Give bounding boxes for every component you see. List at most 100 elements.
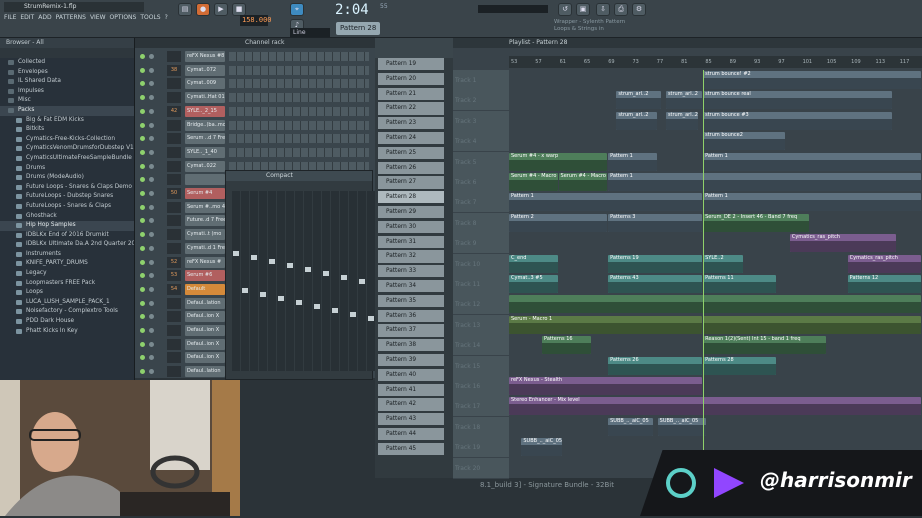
playlist-clip[interactable]: Patterns 12	[847, 275, 921, 293]
browser-item[interactable]: Future Loops - Snares & Claps Demo	[0, 183, 134, 193]
browser-item[interactable]: IL Shared Data	[0, 77, 134, 87]
browser-item[interactable]: Packs	[0, 105, 134, 116]
channel-pan-knob[interactable]	[149, 81, 154, 87]
playlist-clip[interactable]: Pattern 1	[703, 152, 921, 171]
pattern-item[interactable]: Pattern 33	[378, 265, 444, 279]
browser-item[interactable]: Ghosthack	[0, 212, 134, 222]
step-sequencer[interactable]	[229, 65, 369, 75]
track-header[interactable]: Track 4	[453, 131, 509, 153]
browser-item[interactable]: Cymatics-Free-Kicks-Collection	[0, 135, 134, 145]
track-header[interactable]: Track 11	[453, 274, 509, 295]
playlist-clip[interactable]: Serum #4 - Macro 1	[558, 173, 608, 191]
channel-mixer-track[interactable]	[167, 297, 181, 309]
pattern-item[interactable]: Pattern 22	[378, 102, 444, 116]
mixer-fader[interactable]	[350, 312, 356, 317]
pattern-item[interactable]: Pattern 24	[378, 132, 444, 146]
channel-pan-knob[interactable]	[149, 204, 154, 210]
track-header[interactable]: Track 20	[453, 457, 509, 479]
channel-name-button[interactable]: SYLE.._2_15	[185, 105, 225, 117]
mixer-fader[interactable]	[341, 275, 347, 280]
playlist-clip[interactable]: C_end	[509, 254, 558, 273]
playlist-clip[interactable]: Patterns 11	[703, 275, 777, 293]
track-header[interactable]: Track 5	[453, 151, 509, 173]
channel-mixer-track[interactable]	[167, 51, 181, 62]
channel-name-button[interactable]: Cymat..022	[185, 160, 225, 172]
timeline-ruler[interactable]: 53 57 61 65 69 73 77 81 85 89 93 97 101 105 109 113 117	[509, 56, 922, 68]
channel-name-button[interactable]: Bridge..(ba..mono)	[185, 119, 225, 131]
playlist-clip[interactable]: Pattern 1	[509, 193, 703, 212]
channel-mute-led[interactable]	[140, 341, 145, 347]
mixer-fader[interactable]	[296, 300, 302, 305]
browser-item[interactable]: Instruments	[0, 250, 134, 260]
channel-pan-knob[interactable]	[149, 341, 154, 347]
mixer-fader[interactable]	[368, 316, 374, 321]
channel-mixer-track[interactable]	[167, 325, 181, 336]
mixer-fader[interactable]	[242, 288, 248, 293]
channel-pan-knob[interactable]	[149, 218, 154, 224]
browser-item[interactable]: KNIFE_PARTY_DRUMS	[0, 259, 134, 269]
play-button[interactable]: ▶	[214, 3, 228, 16]
channel-mixer-track[interactable]	[167, 92, 181, 104]
channel-mixer-track[interactable]	[167, 311, 181, 323]
track-header[interactable]: Track 9	[453, 233, 509, 255]
menu-item-edit[interactable]: EDIT	[20, 13, 34, 23]
playlist-clip[interactable]: Pattern 1	[703, 193, 921, 212]
mixer-fader[interactable]	[278, 296, 284, 301]
channel-name-button[interactable]: Future..d 7 Free	[185, 215, 225, 227]
browser-item[interactable]: Drums (ModeAudio)	[0, 173, 134, 183]
channel-mute-led[interactable]	[140, 314, 145, 320]
browser-item[interactable]: CymaticsUltimateFreeSampleBundle	[0, 154, 134, 164]
playlist-clip[interactable]: Cymat..3 #5	[509, 275, 558, 293]
channel-pan-knob[interactable]	[149, 286, 154, 292]
channel-mute-led[interactable]	[140, 136, 145, 142]
mixer-fader[interactable]	[359, 279, 365, 284]
playhead[interactable]	[703, 70, 705, 478]
save-icon[interactable]: ▣	[576, 3, 590, 16]
channel-mute-led[interactable]	[140, 369, 145, 375]
playlist-clip[interactable]: strum bounce #3	[703, 111, 893, 130]
channel-name-button[interactable]: Cymat..009	[185, 78, 225, 90]
channel-pan-knob[interactable]	[149, 136, 154, 142]
pattern-item[interactable]: Pattern 37	[378, 324, 444, 338]
pattern-item[interactable]: Pattern 45	[378, 442, 444, 457]
channel-mixer-track[interactable]	[167, 133, 181, 145]
playlist-clip[interactable]: Pattern 1	[608, 152, 657, 171]
browser-item[interactable]: FutureLoops - Snares & Claps	[0, 202, 134, 212]
channel-mixer-track[interactable]: 52	[167, 256, 181, 268]
browser-item[interactable]: Envelopes	[0, 68, 134, 78]
pattern-item[interactable]: Pattern 41	[378, 383, 444, 397]
channel-pan-knob[interactable]	[149, 149, 154, 155]
channel-name-button[interactable]: Cymati..d 1 Free	[185, 242, 225, 254]
playlist-clip[interactable]: SUBB_.._aiC_05	[608, 417, 653, 436]
channel-pan-knob[interactable]	[149, 245, 154, 251]
record-button[interactable]: ●	[196, 3, 210, 16]
mixer-fader[interactable]	[314, 304, 320, 309]
browser-item[interactable]: IDBLKx Ultimate Da.A 2nd Quarter 2016	[0, 240, 134, 250]
track-header[interactable]: Track 2	[453, 90, 509, 112]
pattern-item[interactable]: Pattern 23	[378, 117, 444, 131]
channel-mixer-track[interactable]	[167, 146, 181, 158]
playlist-clip[interactable]: Patterns 16	[542, 336, 591, 355]
browser-item[interactable]: Impulses	[0, 87, 134, 97]
playlist-clip[interactable]: Pattern 2	[509, 213, 608, 232]
playlist-clip[interactable]	[703, 315, 921, 334]
channel-mixer-track[interactable]	[167, 338, 181, 350]
track-header[interactable]: Track 1	[453, 70, 509, 91]
channel-name-button[interactable]: Defaul..ion X	[185, 311, 225, 323]
browser-item[interactable]: Collected	[0, 58, 134, 68]
channel-name-button[interactable]: Defaul..ion X	[185, 352, 225, 364]
browser-item[interactable]: Noisefactory - Complextro Tools	[0, 307, 134, 317]
track-header[interactable]: Track 15	[453, 355, 509, 377]
channel-pan-knob[interactable]	[149, 259, 154, 265]
track-header[interactable]: Track 10	[453, 253, 509, 275]
channel-mixer-track[interactable]	[167, 229, 181, 241]
channel-mute-led[interactable]	[140, 273, 145, 279]
channel-pan-knob[interactable]	[149, 108, 154, 114]
playlist-clip[interactable]: Patterns 19	[608, 254, 703, 273]
pattern-item[interactable]: Pattern 30	[378, 220, 444, 235]
channel-pan-knob[interactable]	[149, 95, 154, 101]
pattern-item[interactable]: Pattern 34	[378, 280, 444, 294]
channel-mixer-track[interactable]	[167, 78, 181, 90]
channel-mute-led[interactable]	[140, 259, 145, 265]
channel-pan-knob[interactable]	[149, 273, 154, 279]
